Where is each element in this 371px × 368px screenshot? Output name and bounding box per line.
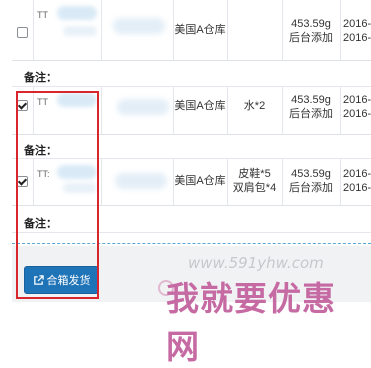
- weight: 453.59g: [291, 94, 331, 106]
- order-row: TT 美国A仓库 453.59g 后台添加 2016- 2016-: [12, 0, 371, 61]
- added-by: 后台添加: [289, 108, 333, 120]
- weight-cell: 453.59g 后台添加: [282, 0, 341, 60]
- date-cell: 2016- 2016-: [340, 0, 371, 60]
- watermark-url: www.591yhw.com: [188, 254, 324, 272]
- redacted-block: [115, 173, 167, 189]
- order-id: TT: [37, 10, 48, 20]
- product-image-cell: [101, 0, 174, 60]
- date-line: 2016-: [343, 18, 371, 30]
- warehouse: 美国A仓库: [174, 24, 226, 36]
- weight-cell: 453.59g 后台添加: [282, 87, 341, 134]
- warehouse: 美国A仓库: [174, 100, 226, 112]
- redacted-block: [63, 26, 97, 36]
- highlight-box: [16, 91, 99, 299]
- row-checkbox[interactable]: [17, 27, 28, 38]
- items-cell: [227, 0, 283, 60]
- date-cell: 2016- 2016-: [340, 87, 371, 134]
- note-label: 备注：: [24, 72, 57, 84]
- redacted-block: [113, 18, 165, 34]
- warehouse-cell: 美国A仓库: [173, 87, 228, 134]
- product-image-cell: [101, 87, 174, 134]
- warehouse: 美国A仓库: [174, 175, 226, 187]
- product-image-cell: [101, 159, 174, 205]
- date-line: 2016-: [343, 32, 371, 44]
- watermark: www.591yhw.com 我就要优惠网: [158, 254, 366, 366]
- date-line: 2016-: [343, 94, 371, 106]
- weight: 453.59g: [291, 18, 331, 30]
- order-id-cell: TT: [33, 0, 102, 60]
- watermark-text: 我就要优惠网: [166, 279, 336, 366]
- item-line: 皮鞋*5: [238, 168, 271, 180]
- added-by: 后台添加: [289, 32, 333, 44]
- date-line: 2016-: [343, 182, 371, 194]
- select-cell: [12, 0, 34, 60]
- warehouse-cell: 美国A仓库: [173, 159, 228, 205]
- items-cell: 水*2: [227, 87, 283, 134]
- item-line: 双肩包*4: [232, 182, 277, 194]
- added-by: 后台添加: [289, 182, 333, 194]
- warehouse-cell: 美国A仓库: [173, 0, 228, 60]
- redacted-block: [117, 99, 169, 115]
- date-line: 2016-: [343, 168, 371, 180]
- item-line: 水*2: [243, 100, 266, 112]
- redacted-block: [57, 6, 97, 20]
- date-line: 2016-: [343, 108, 371, 120]
- date-cell: 2016- 2016-: [340, 159, 371, 205]
- weight: 453.59g: [291, 168, 331, 180]
- weight-cell: 453.59g 后台添加: [282, 159, 341, 205]
- items-cell: 皮鞋*5 双肩包*4: [227, 159, 283, 205]
